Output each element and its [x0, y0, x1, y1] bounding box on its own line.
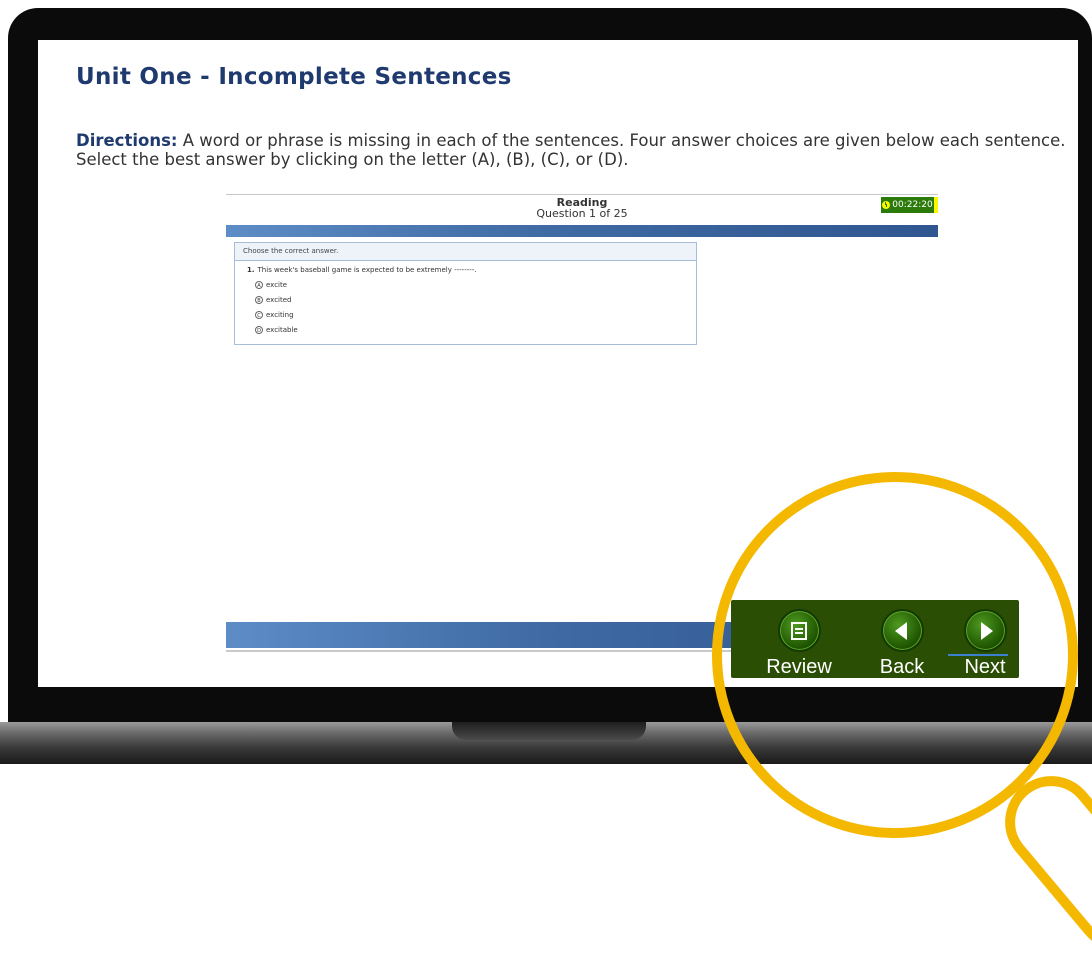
- answer-options: A excite B excited C exciting D excitabl…: [255, 280, 696, 340]
- answer-option-a[interactable]: A excite: [255, 280, 696, 295]
- magnified-nav-toolbar: Review Back Next: [731, 600, 1019, 678]
- back-label[interactable]: Back: [864, 656, 940, 678]
- answer-option-b[interactable]: B excited: [255, 295, 696, 310]
- clock-icon: [882, 201, 891, 209]
- next-label[interactable]: Next: [947, 656, 1023, 678]
- laptop-notch: [452, 722, 646, 740]
- next-button[interactable]: Next: [947, 609, 1023, 678]
- question-panel: Choose the correct answer. 1. This week's…: [234, 242, 697, 345]
- option-label[interactable]: excite: [266, 280, 287, 290]
- option-label[interactable]: excited: [266, 295, 292, 305]
- back-button[interactable]: Back: [864, 609, 940, 678]
- option-radio[interactable]: D: [255, 326, 263, 334]
- test-app: Reading Question 1 of 25 00:22:20 Choose…: [226, 190, 938, 652]
- next-button-circle[interactable]: [963, 609, 1007, 652]
- option-label[interactable]: exciting: [266, 310, 294, 320]
- magnifier-handle: [986, 757, 1092, 970]
- question-instruction: Choose the correct answer.: [235, 243, 696, 261]
- directions-label: Directions:: [76, 131, 178, 150]
- option-radio[interactable]: A: [255, 281, 263, 289]
- arrow-right-icon: [980, 621, 993, 640]
- timer: 00:22:20: [881, 197, 934, 213]
- option-radio[interactable]: B: [255, 296, 263, 304]
- page-title: Unit One - Incomplete Sentences: [76, 64, 512, 90]
- question-progress: Question 1 of 25: [536, 207, 628, 220]
- question-text: This week's baseball game is expected to…: [257, 266, 477, 274]
- answer-option-c[interactable]: C exciting: [255, 310, 696, 325]
- option-label[interactable]: excitable: [266, 325, 298, 335]
- directions: Directions: A word or phrase is missing …: [76, 131, 1066, 169]
- directions-text: A word or phrase is missing in each of t…: [76, 131, 1066, 169]
- arrow-left-icon: [894, 621, 907, 640]
- back-button-circle[interactable]: [880, 609, 924, 652]
- review-button-circle[interactable]: [777, 609, 821, 652]
- header-bar: [226, 225, 938, 237]
- divider: [226, 194, 938, 195]
- answer-option-d[interactable]: D excitable: [255, 325, 696, 340]
- option-radio[interactable]: C: [255, 311, 263, 319]
- timer-value: 00:22:20: [892, 200, 933, 210]
- question-number: 1.: [247, 266, 255, 274]
- review-label[interactable]: Review: [761, 656, 837, 678]
- test-header: Reading Question 1 of 25: [226, 197, 938, 219]
- review-list-icon: [791, 621, 807, 640]
- question-stem: 1. This week's baseball game is expected …: [235, 261, 696, 274]
- laptop-screen: Unit One - Incomplete Sentences Directio…: [38, 40, 1078, 687]
- review-button[interactable]: Review: [761, 609, 837, 678]
